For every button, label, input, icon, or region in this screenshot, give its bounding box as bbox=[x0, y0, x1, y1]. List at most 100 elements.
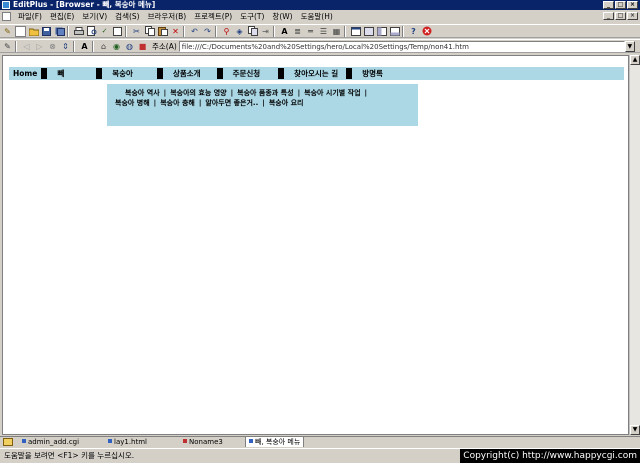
scroll-up-icon[interactable]: ▲ bbox=[630, 55, 640, 65]
nav-separator bbox=[96, 68, 103, 79]
file-tab-lay1[interactable]: lay1.html bbox=[108, 437, 147, 447]
nav-item-guestbook[interactable]: 방명록 bbox=[362, 68, 383, 79]
maximize-view-icon[interactable] bbox=[363, 26, 374, 37]
submenu-separator: | bbox=[297, 89, 301, 97]
submenu-item-benefits[interactable]: 복숭아의 효능 영양 bbox=[170, 89, 226, 97]
column-select-icon[interactable]: ▦ bbox=[331, 26, 342, 37]
new-file-icon[interactable] bbox=[15, 25, 26, 37]
save-icon[interactable] bbox=[41, 26, 52, 37]
menu-edit[interactable]: 편집(E) bbox=[46, 11, 78, 22]
open-folder-icon[interactable] bbox=[28, 26, 39, 37]
submenu-item-pests[interactable]: 복숭아 충해 bbox=[160, 99, 195, 107]
document-icon[interactable] bbox=[2, 12, 11, 21]
submenu-item-seasonal-work[interactable]: 복숭아 시기별 작업 bbox=[304, 89, 360, 97]
file-tab-label: 빼, 복숭아 메뉴 bbox=[255, 438, 301, 446]
file-tab-noname3[interactable]: Noname3 bbox=[183, 437, 223, 447]
address-input[interactable]: file:///C:/Documents%20and%20Settings/he… bbox=[178, 40, 625, 52]
submenu-item-recipes[interactable]: 복숭아 요리 bbox=[269, 99, 304, 107]
paste-icon[interactable] bbox=[157, 26, 168, 37]
minimize-button[interactable]: _ bbox=[603, 1, 614, 9]
maximize-button[interactable]: □ bbox=[615, 1, 626, 9]
mdi-minimize-button[interactable]: _ bbox=[603, 12, 614, 20]
copy-icon[interactable] bbox=[144, 26, 155, 37]
submenu-item-history[interactable]: 복숭아 역사 bbox=[125, 89, 160, 97]
ruler-icon[interactable]: ═ bbox=[305, 26, 316, 37]
window-icon[interactable] bbox=[350, 26, 361, 37]
edit-pencil-icon[interactable]: ✎ bbox=[2, 41, 13, 52]
submenu-item-varieties[interactable]: 복숭아 품종과 특성 bbox=[237, 89, 293, 97]
menu-file[interactable]: 파일(F) bbox=[14, 11, 46, 22]
document-tabs: admin_add.cgi lay1.html Noname3 빼, 복숭아 메… bbox=[0, 436, 640, 447]
save-all-icon[interactable] bbox=[54, 26, 65, 37]
back-icon[interactable]: ◁ bbox=[21, 41, 32, 52]
menu-browser[interactable]: 브라우저(B) bbox=[144, 11, 191, 22]
help-icon[interactable]: ? bbox=[408, 26, 419, 37]
toolbar-separator bbox=[402, 25, 404, 37]
refresh-icon[interactable]: ⇕ bbox=[60, 41, 71, 52]
scroll-down-icon[interactable]: ▼ bbox=[630, 425, 640, 435]
find-icon[interactable]: ⚲ bbox=[221, 26, 232, 37]
toolbar-separator bbox=[67, 25, 69, 37]
home-icon[interactable]: ⌂ bbox=[98, 41, 109, 52]
print-preview-icon[interactable] bbox=[86, 26, 97, 37]
print-icon[interactable] bbox=[73, 26, 84, 37]
nav-home-link[interactable]: Home bbox=[13, 69, 37, 78]
favorites-icon[interactable]: ■ bbox=[137, 41, 148, 52]
undo-icon[interactable]: ↶ bbox=[189, 26, 200, 37]
font-size-icon[interactable]: A bbox=[79, 41, 90, 52]
site-nav-bar: Home 빼 복숭아 상품소개 주문신청 찾아오시는 길 방명록 bbox=[9, 67, 624, 80]
submenu-item-tips[interactable]: 알아두면 좋은거.. bbox=[205, 99, 258, 107]
redo-icon[interactable]: ↷ bbox=[202, 26, 213, 37]
file-tab-admin-add[interactable]: admin_add.cgi bbox=[22, 437, 79, 447]
address-dropdown-button[interactable]: ▼ bbox=[624, 40, 635, 52]
copyright-watermark: Copyright(c) http://www.happycgi.com bbox=[460, 449, 640, 463]
globe-icon[interactable]: ◍ bbox=[124, 41, 135, 52]
delete-icon[interactable]: ✕ bbox=[170, 26, 181, 37]
file-type-icon bbox=[249, 439, 253, 443]
stop-browser-icon[interactable]: ⊗ bbox=[47, 41, 58, 52]
nav-item-bbae[interactable]: 빼 bbox=[57, 68, 64, 79]
menu-project[interactable]: 프로젝트(P) bbox=[190, 11, 236, 22]
nav-separator bbox=[346, 68, 353, 79]
replace-icon[interactable] bbox=[247, 26, 258, 37]
submenu-item-diseases[interactable]: 복숭아 병해 bbox=[115, 99, 150, 107]
file-tab-peach-menu[interactable]: 빼, 복숭아 메뉴 bbox=[245, 437, 305, 447]
menu-window[interactable]: 창(W) bbox=[268, 11, 296, 22]
mdi-restore-button[interactable]: □ bbox=[615, 12, 626, 20]
directory-window-icon[interactable] bbox=[376, 26, 387, 37]
word-wrap-icon[interactable]: ≣ bbox=[292, 26, 303, 37]
nav-item-products[interactable]: 상품소개 bbox=[173, 68, 201, 79]
pencil-icon[interactable]: ✎ bbox=[2, 26, 13, 37]
status-text: 도움말을 보려면 <F1> 키를 누르십시오. bbox=[4, 451, 135, 460]
line-number-icon[interactable]: ☰ bbox=[318, 26, 329, 37]
goto-icon[interactable]: ⇥ bbox=[260, 26, 271, 37]
file-type-icon bbox=[108, 439, 112, 443]
toolbar-separator bbox=[215, 25, 217, 37]
window-title: EditPlus - [Browser - 빼, 복숭아 메뉴] bbox=[13, 0, 156, 9]
mdi-close-button[interactable]: × bbox=[627, 12, 638, 20]
nav-item-order[interactable]: 주문신청 bbox=[233, 68, 261, 79]
find-next-icon[interactable]: ◈ bbox=[234, 26, 245, 37]
folder-icon[interactable] bbox=[3, 438, 13, 446]
forward-icon[interactable]: ▷ bbox=[34, 41, 45, 52]
output-window-icon[interactable] bbox=[389, 26, 400, 37]
file-tab-label: lay1.html bbox=[114, 438, 148, 446]
menu-bar: 파일(F) 편집(E) 보기(V) 검색(S) 브라우저(B) 프로젝트(P) … bbox=[0, 10, 640, 23]
vertical-scrollbar[interactable]: ▲ ▼ bbox=[629, 55, 640, 435]
close-button[interactable]: × bbox=[627, 1, 638, 9]
stop-icon[interactable] bbox=[421, 26, 432, 37]
cut-icon[interactable]: ✂ bbox=[131, 26, 142, 37]
submenu-separator: | bbox=[262, 99, 265, 107]
view-icon[interactable] bbox=[112, 26, 123, 37]
nav-item-peach[interactable]: 복숭아 bbox=[112, 68, 133, 79]
menu-view[interactable]: 보기(V) bbox=[78, 11, 111, 22]
font-icon[interactable]: A bbox=[279, 26, 290, 37]
earth-icon[interactable]: ◉ bbox=[111, 41, 122, 52]
menu-tools[interactable]: 도구(T) bbox=[236, 11, 268, 22]
spellcheck-icon[interactable]: ✓ bbox=[99, 26, 110, 37]
menu-search[interactable]: 검색(S) bbox=[111, 11, 143, 22]
file-tab-label: Noname3 bbox=[189, 438, 223, 446]
menu-help[interactable]: 도움말(H) bbox=[297, 11, 337, 22]
nav-separator bbox=[278, 68, 285, 79]
nav-item-directions[interactable]: 찾아오시는 길 bbox=[294, 68, 338, 79]
